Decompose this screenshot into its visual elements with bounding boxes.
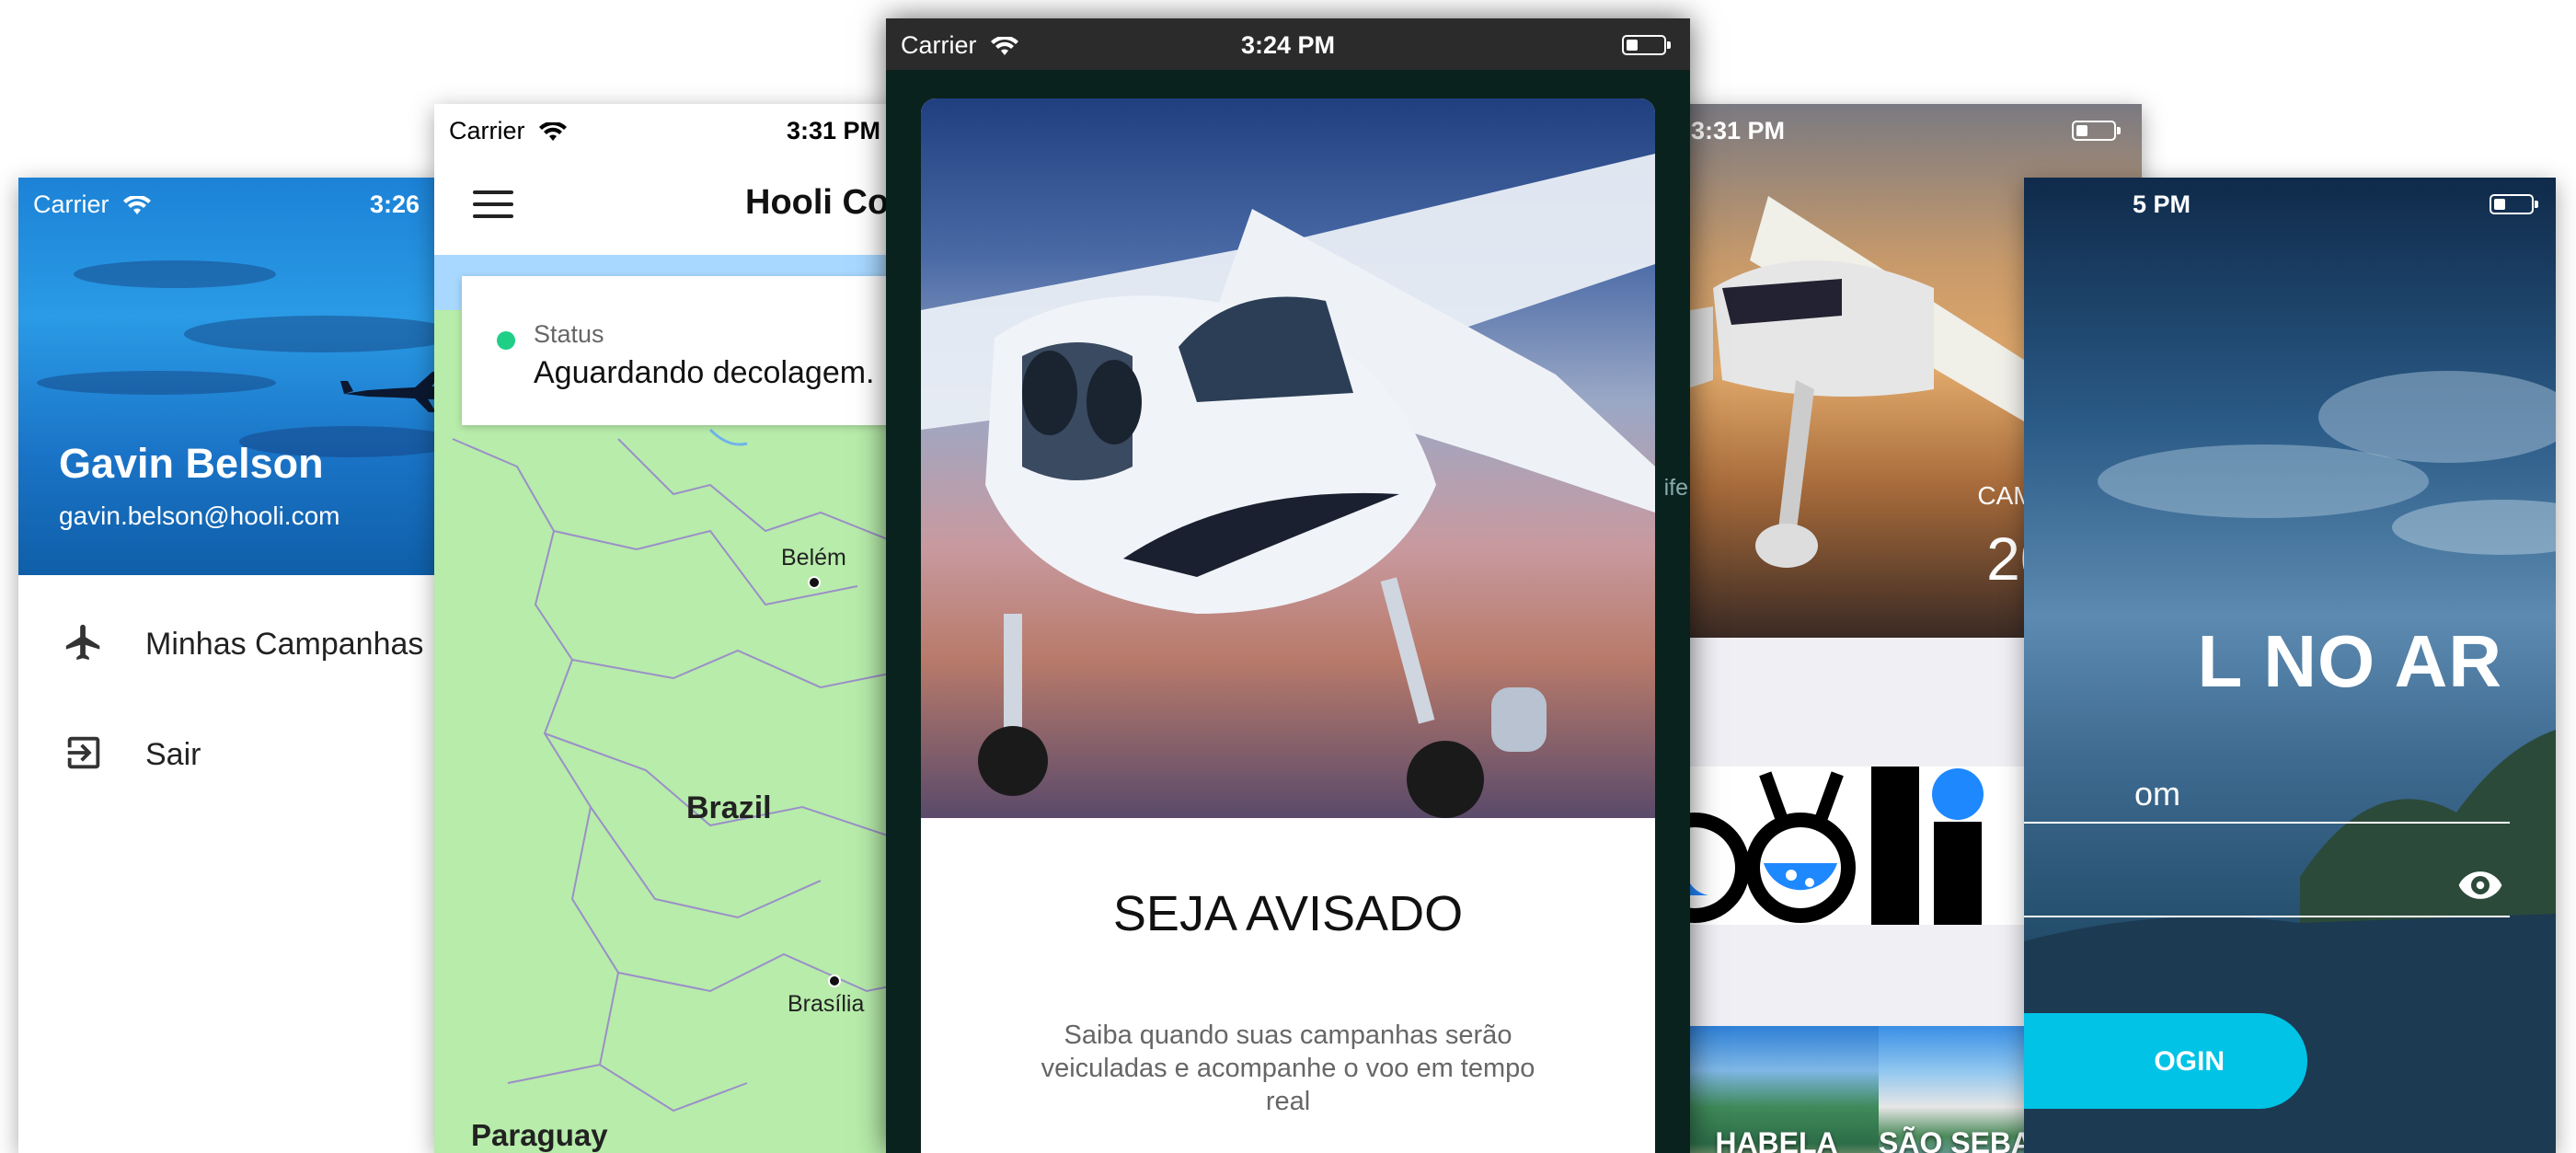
- drawer-item-minhas-campanhas[interactable]: Minhas Campanhas: [18, 601, 478, 684]
- flight-status-card: Status Aguardando decolagem.: [462, 276, 913, 425]
- map-marker: [808, 576, 821, 589]
- drawer-header-photo: Carrier 3:26 Gavin Belson gavin.belson@h…: [18, 178, 478, 575]
- user-email: gavin.belson@hooli.com: [59, 502, 340, 530]
- notify-modal: SEJA AVISADO Saiba quando suas campanhas…: [921, 98, 1655, 1153]
- airplane-illustration: [921, 154, 1655, 818]
- campaign-photo-ilhabela[interactable]: HABELA: [1658, 1026, 1895, 1153]
- map-label-paraguay: Paraguay: [471, 1118, 608, 1152]
- status-label: Status: [534, 320, 604, 348]
- wifi-icon: [539, 121, 568, 141]
- status-bar: Carrier 3:31 PM: [434, 104, 913, 156]
- status-time: 5 PM: [2133, 190, 2191, 218]
- status-bar: 3:31 PM: [1658, 104, 2142, 156]
- map-label-belem: Belém: [781, 545, 846, 571]
- carrier-label: Carrier: [33, 190, 109, 218]
- drawer-item-sair[interactable]: Sair: [18, 711, 478, 794]
- modal-description: Saiba quando suas campanhas serão veicul…: [1041, 1020, 1535, 1116]
- status-time: 3:31 PM: [787, 117, 881, 144]
- status-time: 3:26: [370, 190, 420, 218]
- login-button[interactable]: OGIN: [2024, 1013, 2307, 1109]
- map-screen: Carrier 3:31 PM Hooli Co Belém Brazil Br…: [434, 104, 913, 1153]
- status-bar: Carrier 3:26: [18, 178, 478, 229]
- status-time: 3:31 PM: [1691, 117, 1786, 144]
- drawer-item-label: Minhas Campanhas: [145, 627, 424, 662]
- menu-icon[interactable]: [473, 190, 513, 226]
- modal-title: SEJA AVISADO: [1112, 886, 1464, 941]
- notify-modal-screen: Carrier 3:24 PM ife SEJA AVISADO Saiba q…: [886, 18, 1690, 1153]
- wifi-icon: [123, 195, 152, 214]
- logout-icon: [67, 736, 100, 769]
- eye-icon[interactable]: [2456, 870, 2504, 901]
- email-field[interactable]: [2024, 767, 2510, 824]
- battery-icon: [2072, 121, 2121, 141]
- wifi-icon: [991, 36, 1019, 55]
- login-screen: 5 PM L NO AR OGIN: [2024, 178, 2556, 1153]
- status-value: Aguardando decolagem.: [534, 355, 875, 390]
- app-title: Hooli Co: [745, 183, 890, 222]
- status-indicator-dot: [497, 331, 515, 350]
- modal-airplane-photo: [921, 98, 1655, 818]
- airplane-icon: [65, 624, 100, 661]
- login-title: L NO AR: [2197, 620, 2502, 702]
- map-label-brazil: Brazil: [686, 790, 772, 825]
- photo-caption: HABELA: [1715, 1126, 1838, 1153]
- map-partial-label: ife: [1663, 475, 1688, 501]
- status-bar: Carrier 3:24 PM: [886, 18, 1690, 70]
- battery-icon: [1622, 35, 1671, 55]
- map-label-brasilia: Brasília: [788, 991, 865, 1017]
- carrier-label: Carrier: [901, 31, 977, 59]
- password-field[interactable]: [2024, 859, 2510, 917]
- carrier-label: Carrier: [449, 117, 525, 144]
- drawer-item-label: Sair: [145, 737, 201, 772]
- status-time: 3:24 PM: [1240, 31, 1336, 59]
- hooli-logo-icon: [1658, 767, 1984, 925]
- status-bar: 5 PM: [2024, 178, 2556, 229]
- battery-icon: [2490, 194, 2538, 214]
- drawer-screen: Carrier 3:26 Gavin Belson gavin.belson@h…: [18, 178, 478, 1153]
- map-marker: [828, 974, 841, 987]
- user-name: Gavin Belson: [59, 440, 324, 487]
- app-bar: Hooli Co: [434, 156, 913, 256]
